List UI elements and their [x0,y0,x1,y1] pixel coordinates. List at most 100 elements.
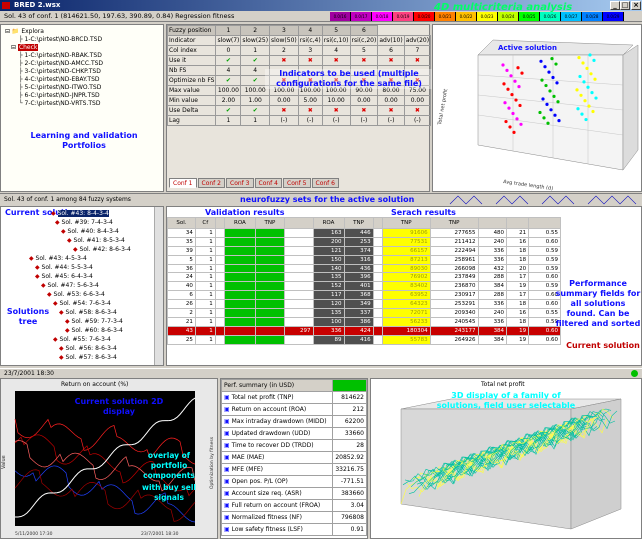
fuzzy-cell[interactable]: 6 [377,45,405,56]
solution-tree-item[interactable]: ◆ Sol. #55: 7-6-3-4 [21,335,156,344]
tree-item[interactable]: ├ 6-C:\pirtest\ND-JNPR.TSD [5,92,163,100]
solution-header-cell[interactable]: ROA [312,217,345,229]
solution-tree-item[interactable]: ◆ Sol. #44: 5-5-3-4 [21,263,156,272]
solution-row[interactable]: 6 1 117 368 63952 230917 288 17 0.60 [167,290,561,301]
fuzzy-cell[interactable]: 10.00 [321,95,351,106]
fuzzy-cell[interactable]: adv(10) [377,35,405,46]
metrics-row[interactable]: ▣ Full return on account (FROA) 3.04 [220,499,367,512]
metrics-row[interactable]: ▣ Normalized fitness (NF) 796808 [220,511,367,524]
fuzzy-cell[interactable]: ✖ [321,105,351,116]
fuzzy-cell[interactable]: 1.00 [240,95,271,106]
fuzzy-cell[interactable]: 5.00 [297,95,323,106]
palette-swatch[interactable]: 0.0/21 [435,12,456,21]
palette-swatch[interactable]: 0.0/29 [603,12,624,21]
metrics-row[interactable]: ▣ Account size req. (ASR) 383660 [220,487,367,500]
solution-header-cell[interactable]: TNP [254,217,285,229]
tab-conf[interactable]: Conf 1 [169,178,197,188]
palette-swatch[interactable]: 0.0/27 [561,12,582,21]
fuzzy-cell[interactable]: 1 [240,115,271,126]
fuzzy-cell[interactable]: 2 [269,45,299,56]
scatter3d-chart[interactable]: Active solution Total net profit Avg tra… [433,25,641,192]
fuzzy-cell[interactable]: (-) [403,115,432,126]
tab-conf[interactable]: Conf 5 [283,178,311,188]
solution-row[interactable]: 26 1 120 349 64323 253291 336 18 0.60 [167,299,561,310]
fuzzy-cell[interactable]: ✖ [269,55,299,66]
fuzzy-cell[interactable]: rsi(c,10) [321,35,351,46]
tab-conf[interactable]: Conf 3 [226,178,254,188]
metrics-row[interactable]: ▣ Time to recover DD (TRDD) 28 [220,439,367,452]
fuzzy-cell[interactable]: (-) [377,115,405,126]
fuzzy-cell[interactable]: rsi(c,20) [349,35,379,46]
metrics-row[interactable]: ▣ Total net profit (TNP) 814622 [220,391,367,404]
tab-conf[interactable]: Conf 6 [311,178,339,188]
tree-item[interactable]: └ 7-C:\pirtest\ND-VRTS.TSD [5,100,163,108]
solution-tree-item[interactable]: ◆ Sol. #60: 8-6-3-4 [21,326,156,335]
solution-header-cell[interactable] [506,217,530,229]
palette-swatch[interactable]: 0.0/20 [414,12,435,21]
fuzzy-cell[interactable]: ✖ [403,105,432,116]
fuzzy-cell[interactable]: 0.00 [269,95,299,106]
solution-row[interactable]: 39 1 121 374 66157 222494 336 18 0.59 [167,245,561,256]
fuzzy-cell[interactable]: (-) [321,115,351,126]
fuzzy-cell[interactable]: ✖ [349,105,379,116]
palette-swatch[interactable]: 0.0/24 [498,12,519,21]
fuzzy-cell[interactable]: ✖ [297,105,323,116]
fuzzy-cell[interactable]: ✔ [240,105,271,116]
fuzzy-cell[interactable]: 7 [403,45,432,56]
fuzzy-cell[interactable]: 4 [321,45,351,56]
solution-row[interactable]: 43 1 297 336 424 180304 243177 384 19 0.60 [167,325,561,336]
solution-tree-item[interactable]: ◆ Sol. #40: 8-4-3-4 [21,227,156,236]
solution-header-cell[interactable]: Sol. [167,217,196,229]
solutions-tree[interactable]: ◆ Sol. #43: 8-4-3-4 ◆ Sol. #39: 7-4-3-4 ◆ … [21,209,156,362]
fuzzy-cell[interactable]: (-) [349,115,379,126]
tree-scrollbar[interactable] [154,207,163,365]
fuzzy-cell[interactable]: (-) [297,115,323,126]
metrics-row[interactable]: ▣ Max intraday drawdown (MIDD) 62200 [220,415,367,428]
tree-item[interactable]: ├ 3-C:\pirtest\ND-CHKP.TSD [5,68,163,76]
fuzzy-cell[interactable]: ✖ [377,105,405,116]
solution-tree-item[interactable]: ◆ Sol. #56: 8-6-3-4 [21,344,156,353]
tree-item[interactable]: ├ 2-C:\pirtest\ND-AMCC.TSD [5,60,163,68]
solution-header-cell[interactable] [372,217,383,229]
palette-swatch[interactable]: 0.0/25 [519,12,540,21]
solution-tree-item[interactable]: ◆ Sol. #43: 4-5-3-4 [21,254,156,263]
solution-header-cell[interactable]: TNP [343,217,374,229]
solution-row[interactable]: 5 1 150 316 87213 258961 336 18 0.59 [167,254,561,265]
metrics-row[interactable]: ▣ Updated drawdown (UDD) 33660 [220,427,367,440]
tab-conf[interactable]: Conf 2 [197,178,225,188]
fuzzy-cell[interactable]: 1 [215,115,242,126]
fuzzy-cell[interactable]: ✔ [215,55,242,66]
metrics-row[interactable]: ▣ Low safety fitness (LSF) 0.91 [220,523,367,536]
solution-header-cell[interactable] [214,217,225,229]
solution-header-cell[interactable]: TNP [429,217,479,229]
solution-header-cell[interactable] [283,217,314,229]
fuzzy-cell[interactable]: adv(20) [403,35,432,46]
fuzzy-cell[interactable]: 5 [349,45,379,56]
palette-swatch[interactable]: 0.0/28 [582,12,603,21]
solution-row[interactable]: 2 1 135 337 72071 209340 240 16 0.55 [167,308,561,318]
metrics-table[interactable]: Perf. summary (in USD) ▣ Total net profit… [220,379,367,536]
tab-conf[interactable]: Conf 4 [254,178,282,188]
solution-tree-item[interactable]: ◆ Sol. #45: 6-4-3-4 [21,272,156,281]
tree-item[interactable]: ├ 1-C:\pirtest\ND-BRCD.TSD [5,36,163,44]
tree-item[interactable]: ├ 4-C:\pirtest\ND-EBAY.TSD [5,76,163,84]
solution-tree-item[interactable]: ◆ Sol. #43: 8-4-3-4 [21,209,156,218]
fuzzy-sets-display[interactable] [448,195,638,205]
solution-row[interactable]: 35 1 200 253 77531 211412 240 16 0.60 [167,236,561,247]
solution-row[interactable]: 21 1 100 386 56233 240545 336 18 0.59 [167,316,561,327]
palette-swatch[interactable]: 0.0/16 [330,12,351,21]
solution-header-cell[interactable]: TNP [381,217,431,229]
fuzzy-cell[interactable]: ✖ [297,55,323,66]
fuzzy-cell[interactable]: 2.00 [215,95,242,106]
fuzzy-cell[interactable]: ✖ [377,55,405,66]
fuzzy-cell[interactable]: 0.00 [403,95,432,106]
metrics-row[interactable]: ▣ Return on account (ROA) 212 [220,403,367,416]
metrics-row[interactable]: ▣ MFE (MFE) 33216.75 [220,463,367,476]
tree-item[interactable]: ├ 5-C:\pirtest\ND-ITWO.TSD [5,84,163,92]
metrics-row[interactable]: ▣ MAE (MAE) 20852.92 [220,451,367,464]
fuzzy-cell[interactable]: 1 [240,45,271,56]
solution-tree-item[interactable]: ◆ Sol. #42: 8-6-3-4 [21,245,156,254]
fuzzy-cell[interactable]: 100.00 [215,85,242,96]
portfolio-tree[interactable]: ⊟ 📁 Explora ├ 1-C:\pirtest\ND-BRCD.TSD ⊟… [1,25,163,108]
fuzzy-cell[interactable]: 0.00 [377,95,405,106]
